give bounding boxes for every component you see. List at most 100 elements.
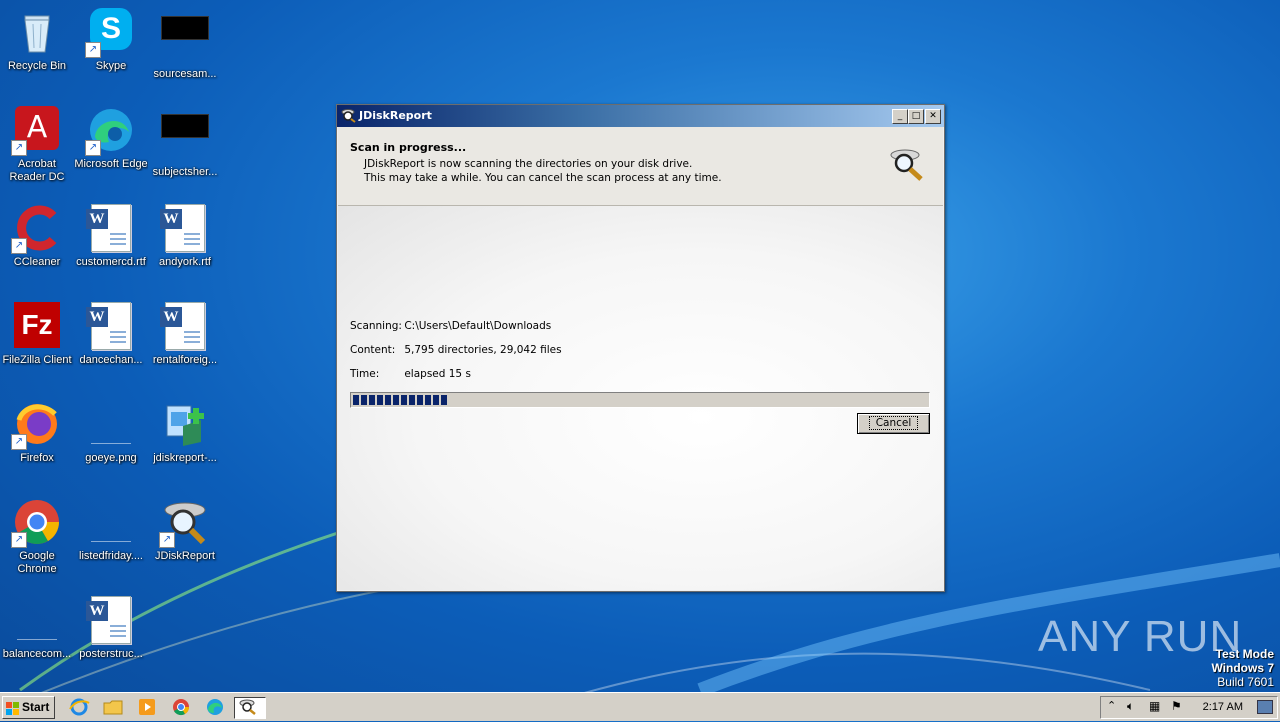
desktop-icon-label: Skype — [95, 60, 127, 72]
blank-file-icon — [13, 596, 61, 644]
progress-block — [361, 395, 367, 405]
desktop-icon-label: FileZilla Client — [2, 354, 72, 366]
jdiskreport-icon[interactable] — [234, 697, 266, 719]
os-name-text: Windows 7 — [1211, 661, 1274, 675]
desktop-icon-label: listedfriday.... — [79, 550, 143, 562]
scanning-path: C:\Users\Default\Downloads — [404, 320, 552, 332]
time-label: Time: — [350, 368, 380, 380]
scan-content: Scanning: C:\Users\Default\Downloads Con… — [338, 206, 943, 590]
desktop-icon-label: Acrobat Reader DC — [9, 158, 65, 183]
window-title: JDiskReport — [359, 109, 432, 122]
black-thumbnail-icon — [161, 16, 209, 64]
build-text: Build 7601 — [1217, 675, 1274, 689]
shortcut-arrow-icon: ↗ — [159, 532, 175, 548]
desktop-icon-label: Microsoft Edge — [74, 158, 148, 170]
desktop-icon-jdiskreport-installer[interactable]: jdiskreport-... — [148, 394, 222, 484]
progress-block — [433, 395, 439, 405]
desktop-icon-listedfriday[interactable]: listedfriday.... — [74, 492, 148, 582]
scanning-label: Scanning: — [350, 320, 402, 332]
desktop-icon-rentalforeig[interactable]: W rentalforeig... — [148, 296, 222, 386]
show-desktop-icon[interactable] — [1257, 700, 1273, 714]
scan-description-line-2: This may take a while. You can cancel th… — [364, 172, 722, 184]
chrome-icon[interactable] — [170, 697, 192, 717]
minimize-button[interactable]: _ — [892, 109, 908, 124]
close-button[interactable]: ✕ — [925, 109, 941, 124]
ccleaner-icon: ↗ — [11, 204, 61, 254]
internet-explorer-icon[interactable] — [68, 697, 90, 717]
start-button[interactable]: Start — [2, 696, 55, 719]
desktop-icon-customercd[interactable]: W customercd.rtf — [74, 198, 148, 288]
progress-block — [401, 395, 407, 405]
progress-block — [441, 395, 447, 405]
acrobat-icon: A ↗ — [11, 106, 61, 156]
desktop-icon-skype[interactable]: S ↗ Skype — [74, 2, 148, 92]
progress-block — [409, 395, 415, 405]
desktop-icon-jdiskreport[interactable]: ↗ JDiskReport — [148, 492, 222, 582]
cancel-button[interactable]: Cancel — [857, 413, 930, 434]
jdiskreport-icon — [341, 108, 356, 123]
flag-icon[interactable]: ⚑ — [1171, 699, 1182, 713]
volume-icon[interactable]: 🔈︎ — [1127, 699, 1134, 714]
desktop-icon-label: sourcesam... — [153, 68, 217, 80]
blank-file-icon — [87, 400, 135, 448]
progress-block — [425, 395, 431, 405]
cancel-button-label: Cancel — [868, 416, 919, 430]
word-document-icon: W — [86, 596, 135, 644]
desktop-icon-label: CCleaner — [13, 256, 61, 268]
desktop-icon-edge[interactable]: ↗ Microsoft Edge — [74, 100, 148, 190]
folder-icon[interactable] — [102, 697, 124, 717]
windows-flag-icon — [6, 701, 20, 715]
word-document-icon: W — [86, 302, 135, 350]
shortcut-arrow-icon: ↗ — [11, 238, 27, 254]
edge-icon[interactable] — [204, 697, 226, 717]
desktop-icon-balancecom[interactable]: balancecom... — [0, 590, 74, 680]
desktop-icon-label: dancechan... — [79, 354, 143, 366]
desktop-icon-recycle-bin[interactable]: Recycle Bin — [0, 2, 74, 92]
progress-block — [417, 395, 423, 405]
media-player-icon[interactable] — [136, 697, 158, 717]
shortcut-arrow-icon: ↗ — [85, 42, 101, 58]
desktop-icon-label: Recycle Bin — [7, 60, 67, 72]
magnifier-disk-icon — [889, 147, 925, 183]
taskbar: Start ⌃ 🔈︎ ▦ ⚑ 2:17 AM — [0, 692, 1280, 721]
desktop-icon-sourcesam[interactable]: sourcesam... — [148, 2, 222, 92]
word-document-icon: W — [160, 302, 209, 350]
shortcut-arrow-icon: ↗ — [11, 434, 27, 450]
desktop-icon-dancechan[interactable]: W dancechan... — [74, 296, 148, 386]
desktop-icon-acrobat[interactable]: A ↗ Acrobat Reader DC — [0, 100, 74, 190]
chrome-icon: ↗ — [11, 498, 61, 548]
desktop-icon-goeye[interactable]: goeye.png — [74, 394, 148, 484]
time-row: Time: elapsed 15 s — [350, 368, 471, 380]
desktop-icon-firefox[interactable]: ↗ Firefox — [0, 394, 74, 484]
progress-block — [353, 395, 359, 405]
content-count: 5,795 directories, 29,042 files — [404, 344, 562, 356]
desktop-icon-label: andyork.rtf — [159, 256, 211, 268]
progress-block — [377, 395, 383, 405]
chevron-up-icon[interactable]: ⌃ — [1107, 699, 1116, 712]
desktop-icon-subjectsher[interactable]: subjectsher... — [148, 100, 222, 190]
desktop-icon-label: Google Chrome — [17, 550, 57, 575]
progress-block — [393, 395, 399, 405]
filezilla-icon: Fz — [13, 302, 61, 350]
progress-block — [385, 395, 391, 405]
window-titlebar[interactable]: JDiskReport _ □ ✕ — [337, 105, 944, 127]
scanning-row: Scanning: C:\Users\Default\Downloads — [350, 320, 551, 332]
clock[interactable]: 2:17 AM — [1203, 701, 1243, 713]
scan-heading: Scan in progress... — [350, 141, 467, 154]
desktop-icon-label: JDiskReport — [155, 550, 215, 562]
maximize-button[interactable]: □ — [908, 109, 924, 124]
shortcut-arrow-icon: ↗ — [85, 140, 101, 156]
shortcut-arrow-icon: ↗ — [11, 532, 27, 548]
jdiskreport-window[interactable]: JDiskReport _ □ ✕ Scan in progress... JD… — [336, 104, 945, 592]
start-label: Start — [22, 700, 50, 714]
desktop-icon-chrome[interactable]: ↗ Google Chrome — [0, 492, 74, 582]
time-elapsed: elapsed 15 s — [404, 368, 471, 380]
desktop-icon-ccleaner[interactable]: ↗ CCleaner — [0, 198, 74, 288]
network-icon[interactable]: ▦ — [1149, 699, 1160, 713]
system-tray: ⌃ 🔈︎ ▦ ⚑ 2:17 AM — [1100, 696, 1278, 719]
installer-icon — [161, 400, 209, 448]
desktop-icon-label: jdiskreport-... — [153, 452, 217, 464]
desktop-icon-filezilla[interactable]: Fz FileZilla Client — [0, 296, 74, 386]
desktop-icon-posterstruc[interactable]: W posterstruc... — [74, 590, 148, 680]
desktop-icon-andyork[interactable]: W andyork.rtf — [148, 198, 222, 288]
